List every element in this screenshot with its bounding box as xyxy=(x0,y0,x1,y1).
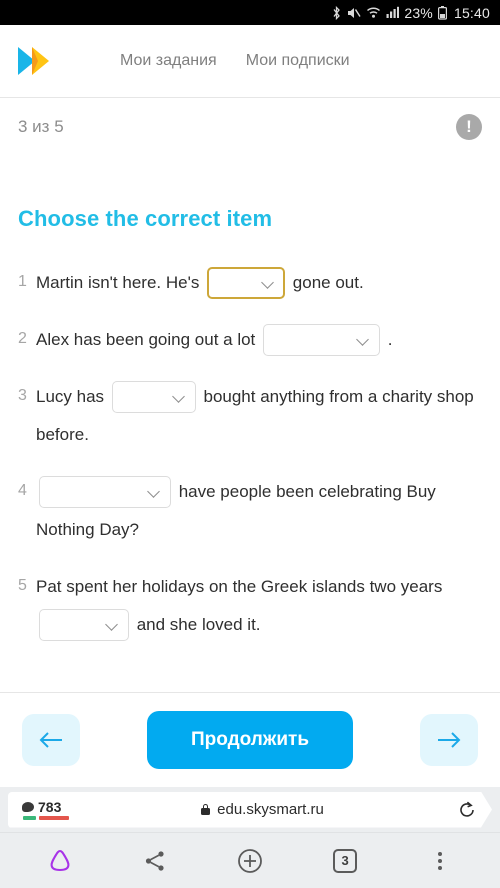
answer-dropdown[interactable] xyxy=(39,475,171,508)
tab-my-subscriptions[interactable]: Мои подписки xyxy=(246,52,350,70)
battery-percent-label: 23% xyxy=(404,4,433,21)
question-number: 1 xyxy=(18,273,27,290)
adblock-counter[interactable]: 783 xyxy=(22,800,69,820)
wifi-icon xyxy=(366,6,381,19)
question-content: have people been celebrating Buy Nothing… xyxy=(36,473,482,549)
url-pill[interactable]: 783 edu.skysmart.ru xyxy=(8,792,492,828)
question-text: . xyxy=(383,330,393,349)
counter-bar-red xyxy=(39,816,69,820)
url-center[interactable]: edu.skysmart.ru xyxy=(69,801,456,818)
question-row: 2 Alex has been going out a lot . xyxy=(18,321,482,359)
home-icon[interactable] xyxy=(34,840,86,882)
question-text: gone out. xyxy=(288,273,364,292)
question-text: Lucy has xyxy=(36,387,109,406)
battery-icon xyxy=(437,5,447,20)
question-row: 3 Lucy has bought anything from a charity… xyxy=(18,378,482,454)
progress-label: 3 из 5 xyxy=(18,116,64,136)
question-content: Martin isn't here. He's gone out. xyxy=(36,264,482,302)
browser-url-bar: 783 edu.skysmart.ru xyxy=(0,787,500,832)
answer-dropdown[interactable] xyxy=(111,380,196,413)
logo-triangle-overlap xyxy=(32,47,38,75)
add-tab-icon[interactable] xyxy=(224,840,276,882)
share-icon[interactable] xyxy=(129,840,181,882)
counter-bar-green xyxy=(23,816,36,820)
tab-count-icon[interactable]: 3 xyxy=(319,840,371,882)
question-number: 2 xyxy=(18,330,27,347)
url-text: edu.skysmart.ru xyxy=(217,801,324,818)
question-row: 1 Martin isn't here. He's gone out. xyxy=(18,264,482,302)
arrow-right-icon xyxy=(438,732,461,748)
site-header: Мои задания Мои подписки xyxy=(0,25,500,98)
question-number: 4 xyxy=(18,482,27,499)
question-text: and she loved it. xyxy=(132,615,261,634)
question-text: Alex has been going out a lot xyxy=(36,330,260,349)
action-bar: Продолжить xyxy=(0,692,500,787)
answer-dropdown[interactable] xyxy=(263,323,380,356)
counter-bars xyxy=(23,816,69,820)
question-text: Martin isn't here. He's xyxy=(36,273,205,292)
browser-bottom-nav: 3 xyxy=(0,832,500,888)
question-content: Alex has been going out a lot . xyxy=(36,321,482,359)
speech-bubble-icon xyxy=(22,802,34,812)
answer-dropdown[interactable] xyxy=(39,608,129,641)
alert-info-icon[interactable]: ! xyxy=(456,113,482,140)
chevron-down-icon xyxy=(173,390,186,403)
chevron-down-icon xyxy=(148,485,161,498)
chevron-down-icon xyxy=(262,276,275,289)
progress-row: 3 из 5 ! xyxy=(0,98,500,155)
chevron-down-icon xyxy=(357,333,370,346)
continue-button[interactable]: Продолжить xyxy=(147,711,353,769)
lock-icon xyxy=(201,804,210,815)
page-title: Choose the correct item xyxy=(18,206,273,231)
task-body: Choose the correct item 1 Martin isn't he… xyxy=(0,155,500,692)
prev-question-button[interactable] xyxy=(22,714,80,766)
next-question-button[interactable] xyxy=(420,714,478,766)
question-row: 5 Pat spent her holidays on the Greek isl… xyxy=(18,568,482,644)
tab-count-label: 3 xyxy=(333,848,358,873)
phone-screen: 23% 15:40 Мои задания Мои подписки 3 из … xyxy=(0,0,500,888)
question-content: Pat spent her holidays on the Greek isla… xyxy=(36,568,482,644)
question-list: 1 Martin isn't here. He's gone out. 2 Alex … xyxy=(18,264,482,644)
status-clock: 15:40 xyxy=(453,4,490,21)
arrow-left-icon xyxy=(39,732,62,748)
question-text: Pat spent her holidays on the Greek isla… xyxy=(36,577,448,596)
overflow-menu-icon[interactable] xyxy=(414,840,466,882)
bluetooth-icon xyxy=(331,5,342,20)
question-row: 4 have people been celebrating Buy Nothi… xyxy=(18,473,482,549)
answer-dropdown[interactable] xyxy=(207,266,286,299)
question-number: 3 xyxy=(18,387,27,404)
chevron-down-icon xyxy=(106,618,119,631)
android-status-bar: 23% 15:40 xyxy=(0,0,500,25)
counter-value: 783 xyxy=(38,798,62,815)
signal-icon xyxy=(386,6,400,19)
header-nav-tabs: Мои задания Мои подписки xyxy=(120,52,350,70)
question-number: 5 xyxy=(18,577,27,594)
tab-my-tasks[interactable]: Мои задания xyxy=(120,52,217,70)
question-content: Lucy has bought anything from a charity … xyxy=(36,378,482,454)
mute-icon xyxy=(347,6,361,20)
skysmart-logo[interactable] xyxy=(18,46,62,76)
reload-icon[interactable] xyxy=(456,799,478,821)
